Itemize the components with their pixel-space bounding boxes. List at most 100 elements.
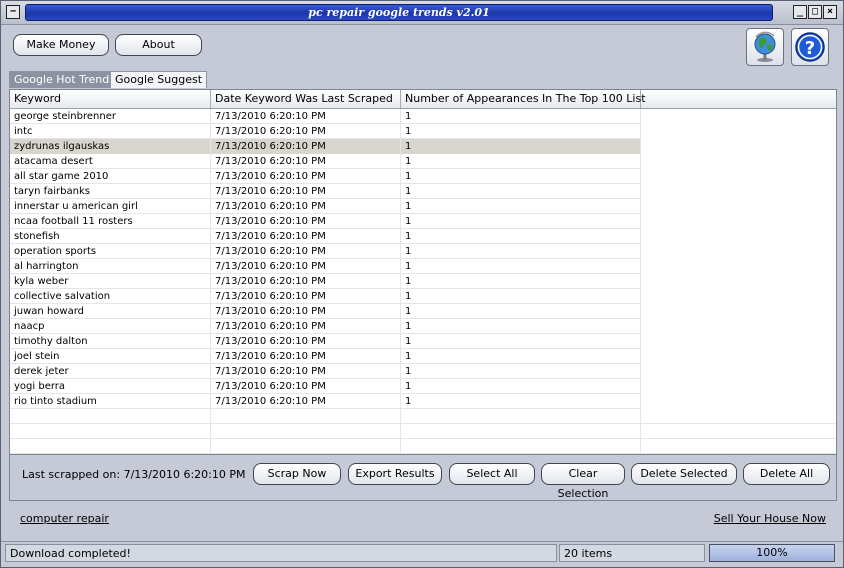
- count-cell: 1: [401, 169, 641, 184]
- empty-cell: [401, 424, 641, 439]
- sell-house-link[interactable]: Sell Your House Now: [714, 512, 826, 525]
- date-cell: 7/13/2010 6:20:10 PM: [211, 319, 401, 334]
- tab-google-suggest[interactable]: Google Suggest: [110, 71, 208, 88]
- table-row[interactable]: al harrington 7/13/2010 6:20:10 PM 1: [10, 259, 836, 274]
- help-icon: ?: [795, 32, 825, 62]
- table-row[interactable]: taryn fairbanks 7/13/2010 6:20:10 PM 1: [10, 184, 836, 199]
- filler-cell: [641, 229, 836, 244]
- column-header-empty: [641, 90, 836, 108]
- keyword-cell: intc: [10, 124, 211, 139]
- globe-button[interactable]: [746, 28, 784, 66]
- empty-cell: [641, 409, 836, 424]
- count-cell: 1: [401, 394, 641, 409]
- count-cell: 1: [401, 214, 641, 229]
- table-row[interactable]: derek jeter 7/13/2010 6:20:10 PM 1: [10, 364, 836, 379]
- date-cell: 7/13/2010 6:20:10 PM: [211, 379, 401, 394]
- table-row[interactable]: innerstar u american girl 7/13/2010 6:20:…: [10, 199, 836, 214]
- date-cell: 7/13/2010 6:20:10 PM: [211, 214, 401, 229]
- table-row[interactable]: operation sports 7/13/2010 6:20:10 PM 1: [10, 244, 836, 259]
- date-cell: 7/13/2010 6:20:10 PM: [211, 199, 401, 214]
- empty-row: [10, 409, 836, 424]
- empty-cell: [10, 424, 211, 439]
- filler-cell: [641, 139, 836, 154]
- filler-cell: [641, 199, 836, 214]
- system-menu-icon[interactable]: −: [6, 5, 20, 19]
- keyword-cell: operation sports: [10, 244, 211, 259]
- count-cell: 1: [401, 229, 641, 244]
- keyword-cell: kyla weber: [10, 274, 211, 289]
- make-money-button[interactable]: Make Money: [13, 34, 109, 56]
- empty-cell: [10, 439, 211, 454]
- svg-text:?: ?: [805, 38, 815, 59]
- last-scraped-label: Last scrapped on: 7/13/2010 6:20:10 PM: [22, 468, 246, 481]
- count-cell: 1: [401, 259, 641, 274]
- keyword-cell: all star game 2010: [10, 169, 211, 184]
- filler-cell: [641, 349, 836, 364]
- table-row[interactable]: stonefish 7/13/2010 6:20:10 PM 1: [10, 229, 836, 244]
- filler-cell: [641, 319, 836, 334]
- column-header-appearances[interactable]: Number of Appearances In The Top 100 Lis…: [401, 90, 646, 108]
- keyword-cell: rio tinto stadium: [10, 394, 211, 409]
- filler-cell: [641, 289, 836, 304]
- delete-selected-button[interactable]: Delete Selected: [631, 463, 737, 485]
- keyword-cell: stonefish: [10, 229, 211, 244]
- keyword-cell: joel stein: [10, 349, 211, 364]
- empty-cell: [10, 409, 211, 424]
- table-row[interactable]: yogi berra 7/13/2010 6:20:10 PM 1: [10, 379, 836, 394]
- count-cell: 1: [401, 124, 641, 139]
- delete-all-button[interactable]: Delete All: [743, 463, 830, 485]
- column-header-date[interactable]: Date Keyword Was Last Scraped: [211, 90, 401, 108]
- table-row[interactable]: kyla weber 7/13/2010 6:20:10 PM 1: [10, 274, 836, 289]
- keyword-cell: innerstar u american girl: [10, 199, 211, 214]
- export-results-button[interactable]: Export Results: [348, 463, 442, 485]
- table-header: Keyword Date Keyword Was Last Scraped Nu…: [10, 90, 836, 109]
- keyword-cell: juwan howard: [10, 304, 211, 319]
- select-all-button[interactable]: Select All: [449, 463, 535, 485]
- table-row[interactable]: timothy dalton 7/13/2010 6:20:10 PM 1: [10, 334, 836, 349]
- column-header-keyword[interactable]: Keyword: [10, 90, 211, 108]
- clear-selection-button[interactable]: Clear Selection: [541, 463, 625, 500]
- filler-cell: [641, 184, 836, 199]
- count-cell: 1: [401, 154, 641, 169]
- count-cell: 1: [401, 289, 641, 304]
- close-icon[interactable]: ×: [823, 5, 837, 19]
- date-cell: 7/13/2010 6:20:10 PM: [211, 244, 401, 259]
- table-row[interactable]: zydrunas ilgauskas 7/13/2010 6:20:10 PM 1: [10, 139, 836, 154]
- computer-repair-link[interactable]: computer repair: [20, 512, 109, 525]
- count-cell: 1: [401, 184, 641, 199]
- table-row[interactable]: collective salvation 7/13/2010 6:20:10 PM…: [10, 289, 836, 304]
- table-row[interactable]: ncaa football 11 rosters 7/13/2010 6:20:1…: [10, 214, 836, 229]
- table-row[interactable]: atacama desert 7/13/2010 6:20:10 PM 1: [10, 154, 836, 169]
- count-cell: 1: [401, 139, 641, 154]
- keyword-cell: ncaa football 11 rosters: [10, 214, 211, 229]
- help-button[interactable]: ?: [791, 28, 829, 66]
- date-cell: 7/13/2010 6:20:10 PM: [211, 334, 401, 349]
- filler-cell: [641, 334, 836, 349]
- keyword-cell: zydrunas ilgauskas: [10, 139, 211, 154]
- date-cell: 7/13/2010 6:20:10 PM: [211, 154, 401, 169]
- table-row[interactable]: all star game 2010 7/13/2010 6:20:10 PM 1: [10, 169, 836, 184]
- date-cell: 7/13/2010 6:20:10 PM: [211, 304, 401, 319]
- table-row[interactable]: joel stein 7/13/2010 6:20:10 PM 1: [10, 349, 836, 364]
- about-button[interactable]: About: [115, 34, 202, 56]
- filler-cell: [641, 169, 836, 184]
- filler-cell: [641, 109, 836, 124]
- empty-cell: [211, 439, 401, 454]
- tab-google-hot-trends[interactable]: Google Hot Trends: [9, 71, 120, 88]
- maximize-icon[interactable]: □: [808, 5, 822, 19]
- count-cell: 1: [401, 304, 641, 319]
- table-row[interactable]: rio tinto stadium 7/13/2010 6:20:10 PM 1: [10, 394, 836, 409]
- table-row[interactable]: naacp 7/13/2010 6:20:10 PM 1: [10, 319, 836, 334]
- date-cell: 7/13/2010 6:20:10 PM: [211, 259, 401, 274]
- filler-cell: [641, 364, 836, 379]
- scrap-now-button[interactable]: Scrap Now: [253, 463, 341, 485]
- count-cell: 1: [401, 364, 641, 379]
- table-row[interactable]: intc 7/13/2010 6:20:10 PM 1: [10, 124, 836, 139]
- date-cell: 7/13/2010 6:20:10 PM: [211, 139, 401, 154]
- minimize-icon[interactable]: _: [793, 5, 807, 19]
- table-row[interactable]: juwan howard 7/13/2010 6:20:10 PM 1: [10, 304, 836, 319]
- table-row[interactable]: george steinbrenner 7/13/2010 6:20:10 PM 1: [10, 109, 836, 124]
- keyword-table[interactable]: Keyword Date Keyword Was Last Scraped Nu…: [9, 89, 837, 455]
- date-cell: 7/13/2010 6:20:10 PM: [211, 124, 401, 139]
- keyword-cell: taryn fairbanks: [10, 184, 211, 199]
